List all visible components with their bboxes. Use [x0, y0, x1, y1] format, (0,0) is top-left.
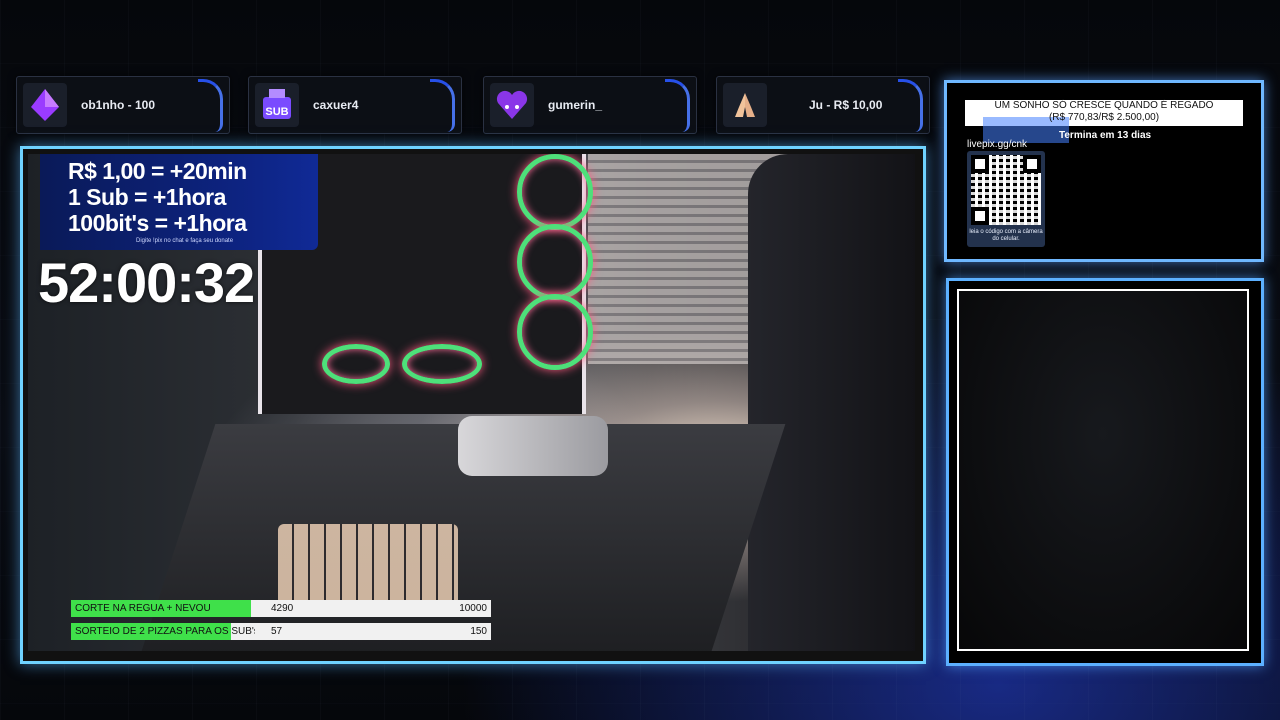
rgb-fan — [402, 344, 482, 384]
pix-goal-ends: Termina em 13 dias — [1059, 130, 1152, 141]
alert-card-2: SUB caxuer4 — [248, 76, 462, 134]
goal-target: 150 — [470, 626, 487, 637]
svg-text:SUB: SUB — [265, 106, 288, 118]
pix-goal-banner: UM SONHO SÓ CRESCE QUANDO É REGADO (R$ 7… — [965, 100, 1243, 143]
livepix-panel: UM SONHO SÓ CRESCE QUANDO É REGADO (R$ 7… — [944, 80, 1264, 262]
praying-hands-icon — [723, 83, 767, 127]
card-accent — [430, 79, 455, 132]
pix-url: livepix.gg/cnk — [967, 139, 1028, 150]
rgb-fan — [517, 154, 593, 230]
microphone — [458, 416, 608, 476]
card-accent — [898, 79, 923, 132]
goal-bar-1: CORTE NA RÉGUA + NEVOU 4290 10000 — [71, 600, 491, 617]
goal-target: 10000 — [459, 603, 487, 614]
alert-card-1: ob1nho - 100 — [16, 76, 230, 134]
promo-line-2: 1 Sub = +1hora — [68, 184, 226, 210]
rgb-fan — [322, 344, 390, 384]
alert-card-3: gumerin_ — [483, 76, 697, 134]
purple-gem-icon — [23, 83, 67, 127]
rgb-fan — [517, 294, 593, 370]
promo-line-1: R$ 1,00 = +20min — [68, 158, 247, 184]
promo-line-3: 100bit's = +1hora — [68, 210, 247, 236]
main-camera-frame: R$ 1,00 = +20min 1 Sub = +1hora 100bit's… — [20, 146, 926, 664]
secondary-camera-frame — [946, 278, 1264, 666]
goal-current: 4290 — [271, 603, 294, 614]
alert-name: gumerin_ — [548, 98, 603, 112]
purple-heart-icon — [490, 83, 534, 127]
promo-hint: Digite !pix no chat e faça seu donate — [136, 238, 234, 244]
card-accent — [665, 79, 690, 132]
pix-goal-amount: (R$ 770,83/R$ 2.500,00) — [1048, 112, 1160, 123]
secondary-camera-feed — [957, 289, 1249, 651]
goal-current: 57 — [271, 626, 283, 637]
subathon-timer: 52:00:32 — [38, 251, 255, 314]
alert-name: ob1nho - 100 — [81, 98, 156, 112]
goal-label: CORTE NA RÉGUA + NEVOU — [75, 603, 211, 614]
sub-gift-icon: SUB — [255, 83, 299, 127]
gaming-chair — [748, 154, 915, 651]
webcam-feed: R$ 1,00 = +20min 1 Sub = +1hora 100bit's… — [28, 154, 915, 651]
promo-panel: R$ 1,00 = +20min 1 Sub = +1hora 100bit's… — [40, 154, 318, 250]
card-accent — [198, 79, 223, 132]
alert-card-4: Ju - R$ 10,00 — [716, 76, 930, 134]
pix-goal-title: UM SONHO SÓ CRESCE QUANDO É REGADO — [994, 100, 1214, 111]
rgb-fan — [517, 224, 593, 300]
qr-caption: leia o código com a câmera do celular. — [969, 229, 1043, 242]
qr-code-icon — [971, 155, 1041, 225]
goal-bar-2: SORTEIO DE 2 PIZZAS PARA OS SUB's 57 150 — [71, 623, 491, 640]
alert-name: Ju - R$ 10,00 — [809, 98, 883, 112]
alert-name: caxuer4 — [313, 98, 359, 112]
goal-label: SORTEIO DE 2 PIZZAS PARA OS SUB's — [75, 626, 255, 637]
qr-code-box: leia o código com a câmera do celular. — [967, 151, 1045, 247]
